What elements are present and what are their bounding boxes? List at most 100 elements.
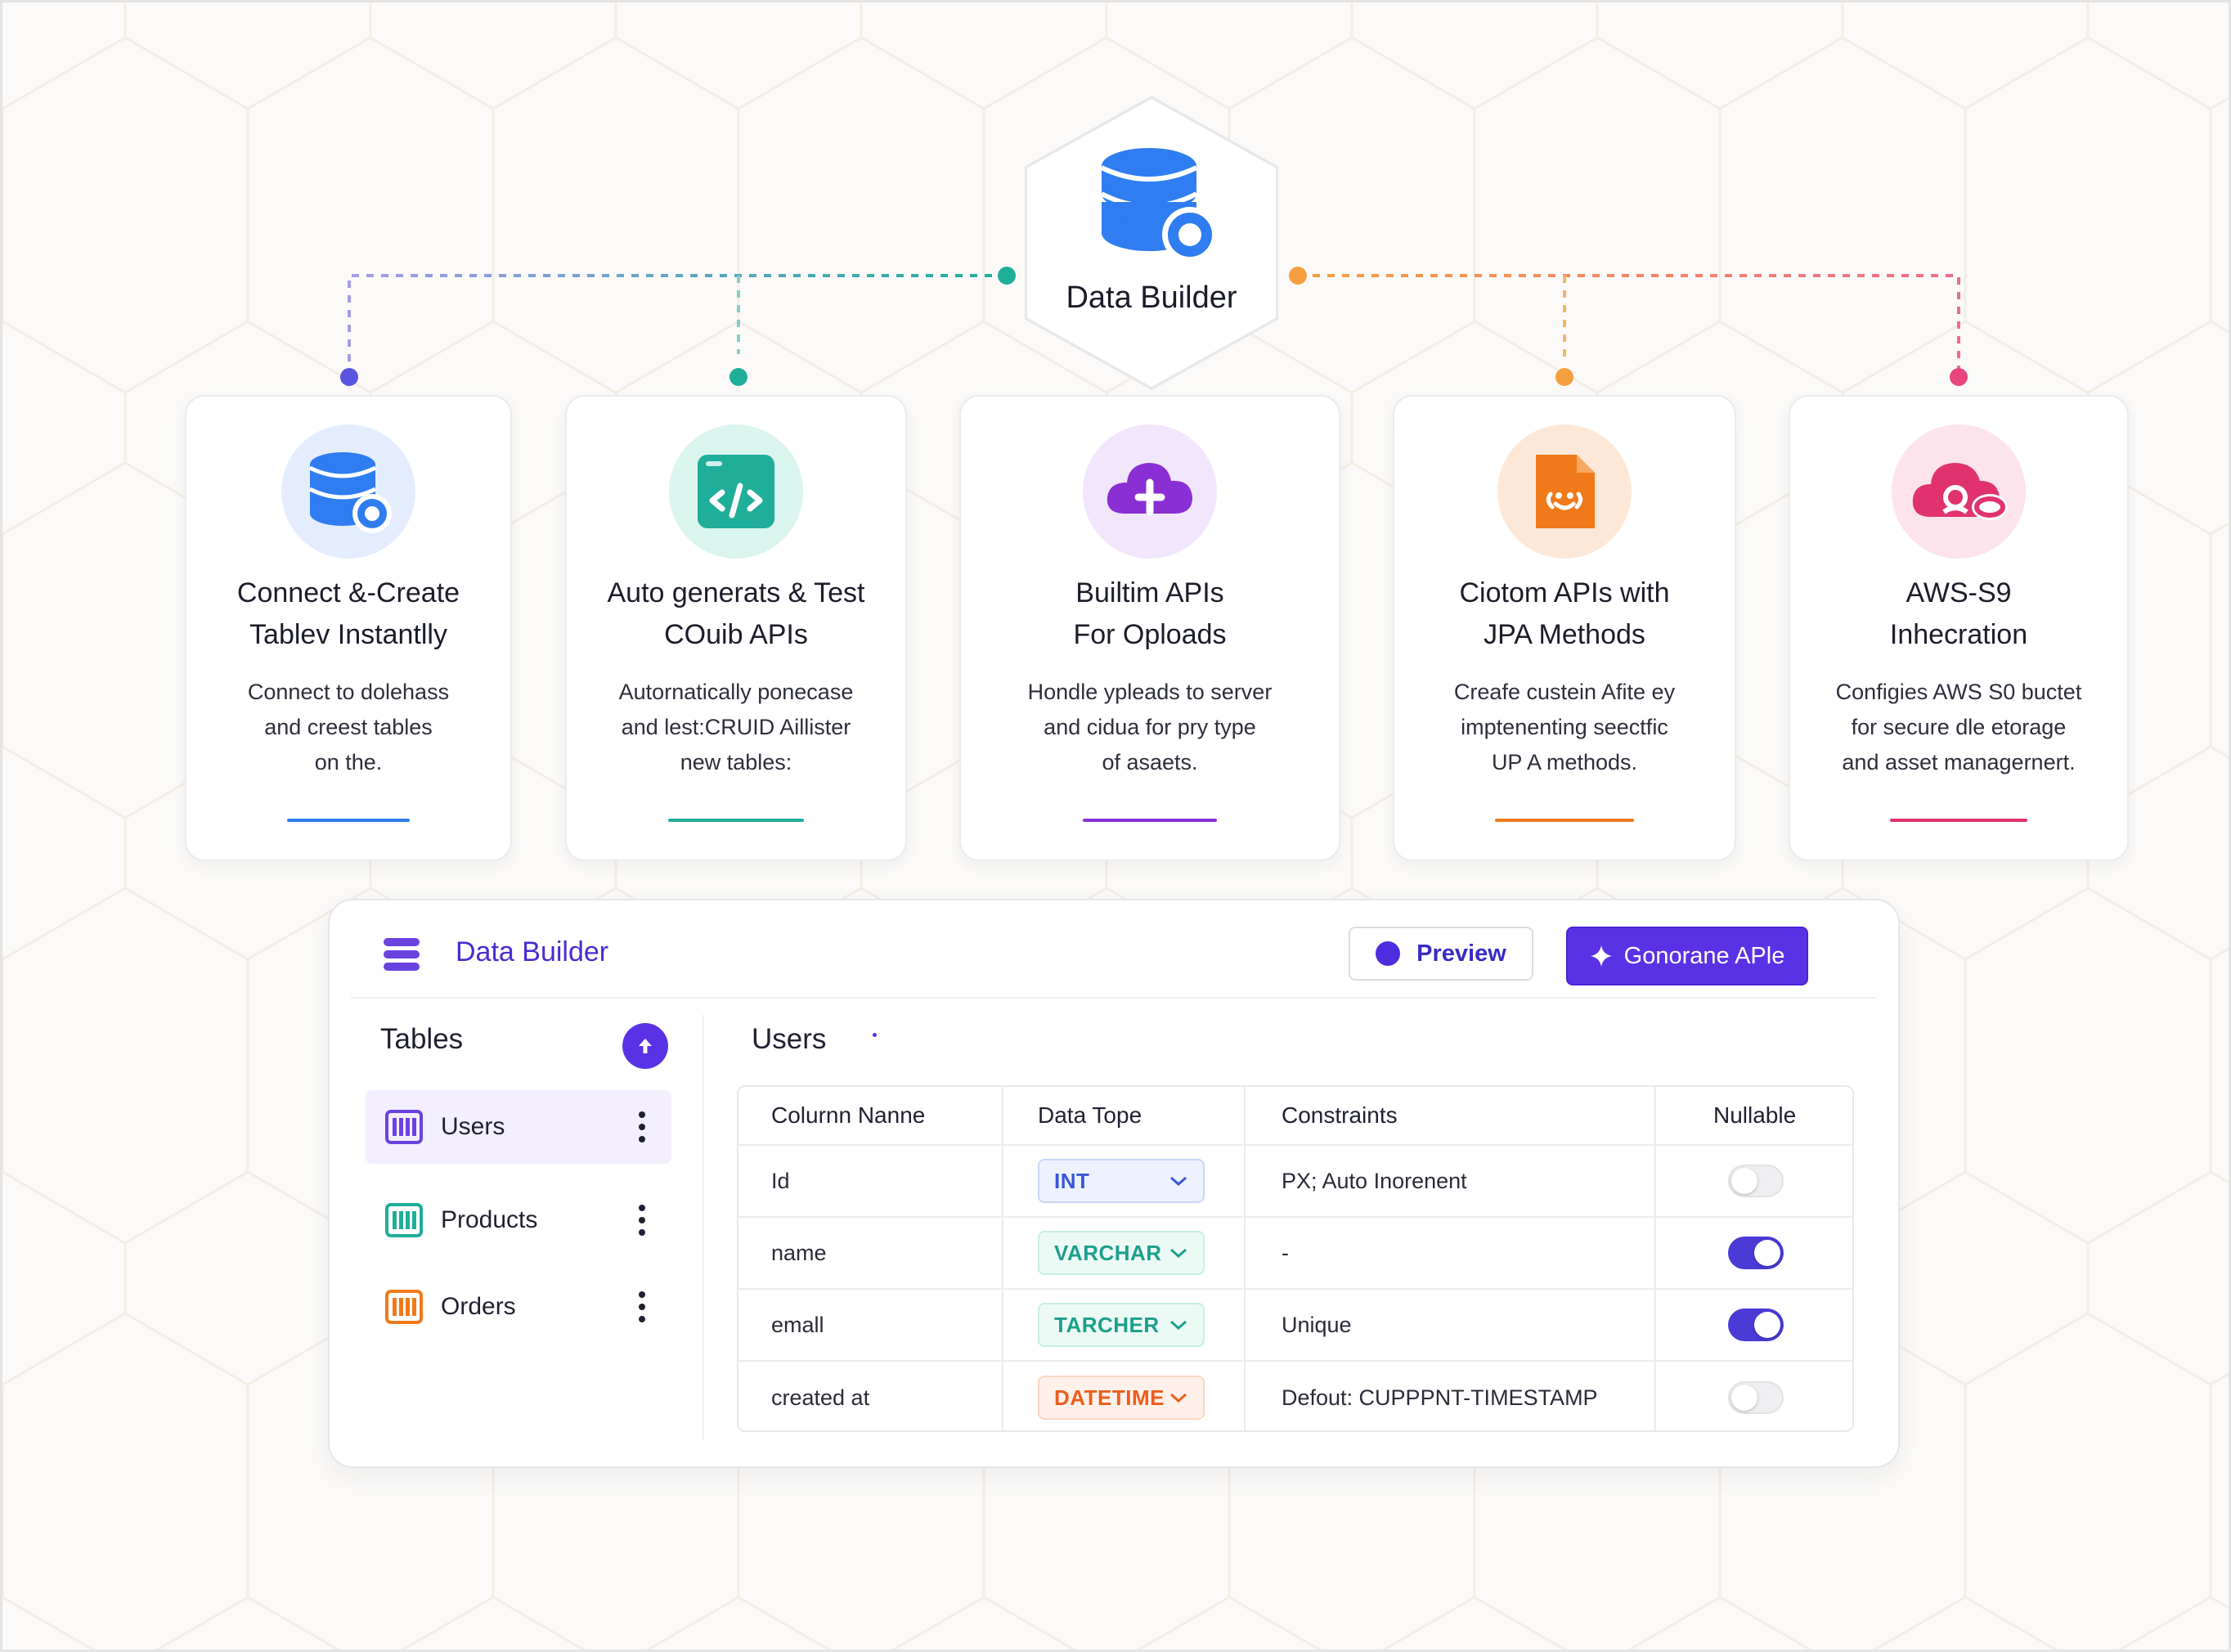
sidebar-item-users[interactable]: Users — [366, 1090, 671, 1164]
feature-card-connect: Connect &-Create Tablev Instantlly Conne… — [185, 395, 512, 861]
menu-icon[interactable] — [382, 935, 421, 974]
card-accent-line — [1083, 819, 1217, 822]
card-accent-line — [287, 819, 410, 822]
table-header-row: Colurnn Nanne Data Tope Constraints Null… — [738, 1087, 1852, 1146]
data-type-value: TARCHER — [1054, 1312, 1160, 1337]
card-title-line2: JPA Methods — [1484, 619, 1645, 650]
header-data-type: Data Tope — [1038, 1102, 1142, 1128]
chevron-down-icon — [1170, 1176, 1187, 1187]
chevron-down-icon — [1170, 1393, 1187, 1403]
code-icon — [669, 424, 803, 559]
database-gear-icon — [1100, 148, 1218, 263]
card-desc-line1: Configies AWS S0 buctet — [1835, 680, 2082, 704]
more-options-icon[interactable] — [634, 1201, 650, 1239]
header-nullable: Nullable — [1713, 1102, 1797, 1128]
nullable-toggle[interactable] — [1728, 1309, 1784, 1341]
feature-card-aws: AWS-S9 Inhecration Configies AWS S0 buct… — [1789, 395, 2129, 861]
nullable-toggle[interactable] — [1728, 1165, 1784, 1197]
data-type-value: DATETIME — [1054, 1385, 1165, 1410]
header-constraints: Constraints — [1282, 1102, 1398, 1128]
chevron-down-icon — [1170, 1248, 1187, 1259]
card-desc-line2: for secure dle etorage — [1851, 715, 2067, 739]
card-title-line1: AWS-S9 — [1906, 577, 2012, 608]
card-desc-line1: Creafe custein Afite ey — [1453, 680, 1676, 704]
arrow-up-icon — [639, 1039, 652, 1053]
constraint-cell: Unique — [1282, 1312, 1352, 1337]
sidebar-divider — [703, 1015, 704, 1440]
generate-button-label: Gonorane APle — [1623, 942, 1785, 969]
card-title-line2: COuib APIs — [664, 619, 808, 650]
data-type-value: INT — [1054, 1168, 1090, 1193]
data-type-select[interactable]: VARCHAR — [1038, 1231, 1205, 1275]
title-dot — [873, 1033, 877, 1037]
sidebar-item-label: Users — [441, 1113, 505, 1140]
data-type-select[interactable]: DATETIME — [1038, 1376, 1205, 1420]
card-desc-line1: Autornatically ponecase — [618, 680, 854, 704]
column-name-cell: emall — [771, 1312, 824, 1337]
generate-apis-button[interactable]: Gonorane APle — [1566, 927, 1808, 985]
table-row: created at DATETIME Defout: CUPPPNT-TIME… — [738, 1362, 1852, 1430]
sidebar-item-label: Orders — [441, 1293, 516, 1320]
sidebar-item-products[interactable]: Products — [366, 1183, 671, 1257]
card-title-line1: Builtim APIs — [1075, 577, 1224, 608]
column-name-cell: created at — [771, 1385, 870, 1410]
data-type-select[interactable]: INT — [1038, 1159, 1205, 1203]
preview-dot-icon — [1376, 941, 1401, 966]
sidebar-item-orders[interactable]: Orders — [366, 1270, 671, 1344]
current-table-title: Users — [752, 1023, 827, 1055]
card-desc-line3: on the. — [314, 750, 383, 774]
card-accent-line — [668, 819, 804, 822]
sidebar-item-label: Products — [441, 1206, 538, 1233]
panel-header-divider — [351, 997, 1877, 999]
feature-card-uploads: Builtim APIs For Oploads Hondle ypleads … — [959, 395, 1340, 861]
hub-title: Data Builder — [1066, 281, 1237, 315]
data-type-value: VARCHAR — [1054, 1240, 1162, 1265]
sparkle-icon — [1590, 945, 1612, 967]
card-title-line2: For Oploads — [1073, 619, 1227, 650]
card-accent-line — [1495, 819, 1634, 822]
feature-card-jpa: Ciotom APIs with JPA Methods Creafe cust… — [1393, 395, 1736, 861]
cloud-storage-icon — [1892, 424, 2026, 559]
table-row: emall TARCHER Unique — [738, 1290, 1852, 1362]
add-table-button[interactable] — [622, 1023, 668, 1069]
card-title-line2: Tablev Instantlly — [249, 619, 447, 650]
document-code-icon — [1497, 424, 1632, 559]
column-name-cell: Id — [771, 1168, 790, 1193]
database-icon — [281, 424, 415, 559]
nullable-toggle[interactable] — [1728, 1381, 1784, 1414]
cloud-upload-icon — [1083, 424, 1217, 559]
data-builder-panel: Data Builder Preview Gonorane APle Table… — [328, 899, 1900, 1468]
data-type-select[interactable]: TARCHER — [1038, 1303, 1205, 1347]
card-desc-line3: of asaets. — [1102, 750, 1198, 774]
panel-title: Data Builder — [456, 936, 609, 967]
header-column-name: Colurnn Nanne — [771, 1102, 926, 1128]
card-desc-line2: and cidua for pry type — [1044, 715, 1256, 739]
table-row: name VARCHAR - — [738, 1218, 1852, 1290]
table-icon — [385, 1110, 423, 1144]
card-desc-line1: Hondle ypleads to server — [1027, 680, 1273, 704]
card-title-line1: Connect &-Create — [236, 577, 460, 608]
table-row: Id INT PX; Auto Inorenent — [738, 1146, 1852, 1218]
card-desc-line2: imptenenting seectfic — [1461, 715, 1668, 739]
card-accent-line — [1890, 819, 2027, 822]
card-title-line1: Ciotom APIs with — [1459, 577, 1670, 608]
more-options-icon[interactable] — [634, 1288, 650, 1326]
table-icon — [385, 1203, 423, 1237]
column-name-cell: name — [771, 1240, 827, 1265]
card-title-line1: Auto generats & Test — [607, 577, 865, 608]
card-desc-line3: UP A methods. — [1491, 750, 1638, 774]
constraint-cell: - — [1282, 1240, 1289, 1265]
schema-table: Colurnn Nanne Data Tope Constraints Null… — [737, 1085, 1854, 1432]
constraint-cell: Defout: CUPPPNT-TIMESTAMP — [1282, 1385, 1598, 1410]
table-icon — [385, 1290, 423, 1324]
card-desc-line2: and creest tables — [264, 715, 433, 739]
chevron-down-icon — [1170, 1320, 1187, 1331]
more-options-icon[interactable] — [634, 1108, 650, 1146]
preview-button[interactable]: Preview — [1349, 927, 1533, 981]
nullable-toggle[interactable] — [1728, 1237, 1784, 1269]
card-desc-line3: and asset managernert. — [1842, 750, 2076, 774]
card-desc-line1: Connect to dolehass — [247, 680, 450, 704]
card-desc-line3: new tables: — [680, 750, 792, 774]
preview-button-label: Preview — [1416, 940, 1506, 967]
page-canvas: Data Builder Connect &-Create Tablev Ins… — [0, 0, 2231, 1652]
